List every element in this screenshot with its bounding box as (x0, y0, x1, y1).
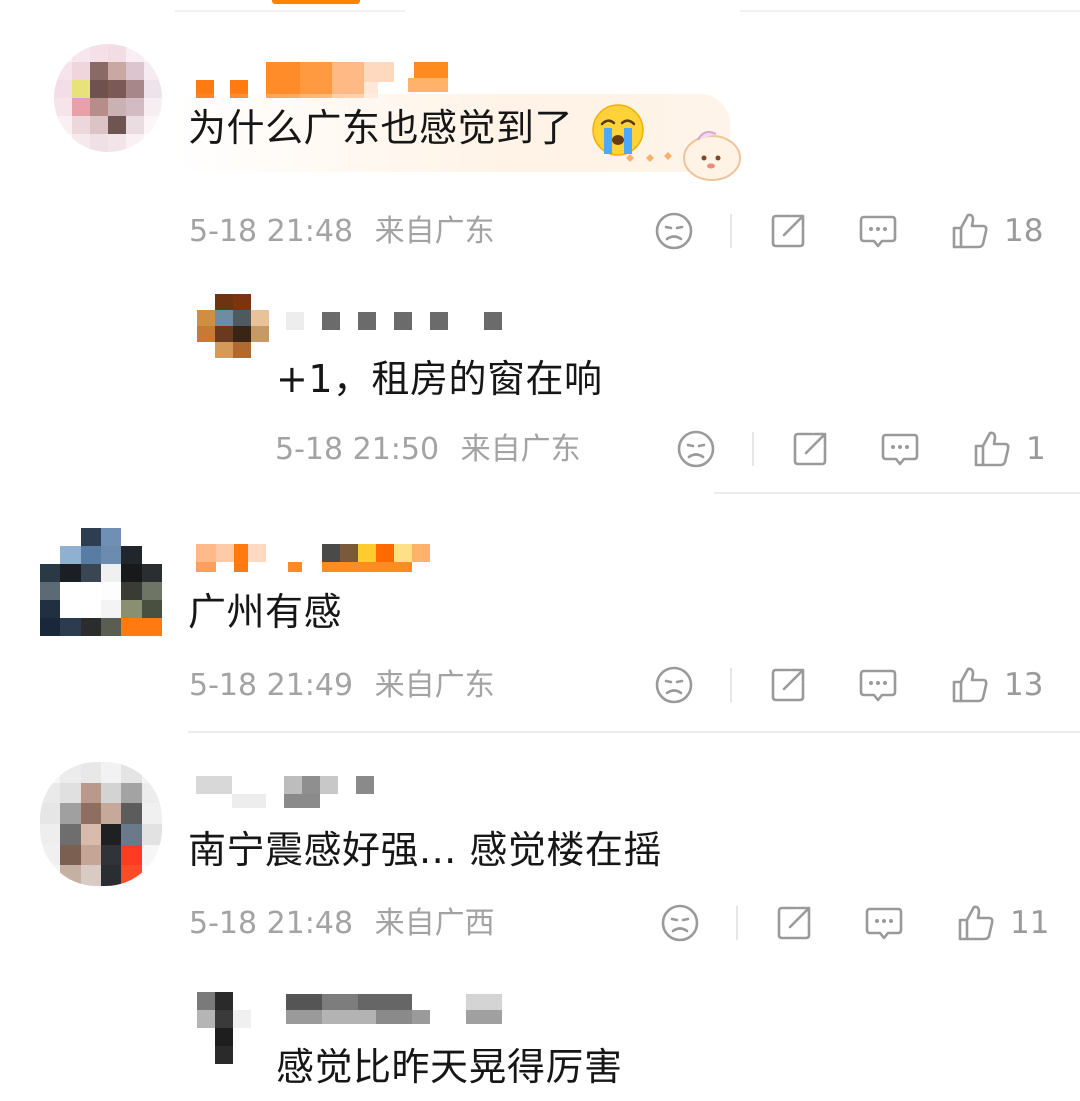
username-masked[interactable] (286, 994, 506, 1024)
comment-location: 来自广东 (374, 214, 495, 249)
comment-actions: 13 (650, 660, 1070, 710)
dislike-button[interactable] (676, 424, 716, 474)
like-count: 13 (1004, 667, 1044, 703)
dislike-button[interactable] (654, 660, 694, 710)
reply-button[interactable] (864, 898, 904, 948)
like-button[interactable]: 1 (972, 424, 1046, 474)
comment-text: 为什么广东也感觉到了 (188, 106, 574, 150)
share-icon (771, 214, 805, 248)
comment-time: 5-18 21:50 (275, 432, 440, 467)
comment-divider (188, 731, 1080, 733)
reply-button[interactable] (858, 206, 898, 256)
comment-bubble-icon (865, 907, 903, 940)
comment-item: 南宁震感好强... 感觉楼在摇 5-18 21:48 来自广西 11 (0, 740, 1080, 970)
share-icon (777, 906, 811, 940)
avatar[interactable] (54, 44, 162, 152)
comment-actions: 1 (672, 424, 1072, 474)
thumbs-up-icon (958, 905, 994, 941)
share-button[interactable] (790, 424, 830, 474)
like-button[interactable]: 18 (950, 206, 1043, 256)
like-button[interactable]: 11 (956, 898, 1049, 948)
action-separator (730, 668, 732, 702)
bunny-sticker-decoration (626, 131, 741, 181)
share-button[interactable] (768, 660, 808, 710)
comment-text: +1，租房的窗在响 (276, 357, 603, 401)
action-separator (736, 906, 738, 940)
thumbs-up-icon (952, 667, 988, 703)
thumbs-up-icon (974, 431, 1010, 467)
action-separator (730, 214, 732, 248)
share-icon (793, 432, 827, 466)
comment-text: 广州有感 (188, 590, 343, 634)
comment-meta: 5-18 21:48 来自广西 (189, 904, 495, 944)
avatar[interactable] (197, 294, 269, 358)
username-masked[interactable] (196, 544, 436, 574)
dislike-button[interactable] (660, 898, 700, 948)
dislike-button[interactable] (654, 206, 694, 256)
reply-button[interactable] (858, 660, 898, 710)
thumbs-up-icon (952, 213, 988, 249)
comment-meta: 5-18 21:49 来自广东 (189, 666, 495, 706)
comment-location: 来自广东 (460, 432, 581, 467)
comment-bubble-icon (859, 215, 897, 248)
sad-face-icon (661, 904, 699, 942)
avatar[interactable] (40, 528, 162, 636)
comment-meta: 5-18 21:48 来自广东 (189, 212, 495, 252)
avatar[interactable] (40, 762, 162, 886)
comment-actions: 11 (656, 898, 1076, 948)
sad-face-icon (655, 666, 693, 704)
comment-meta: 5-18 21:50 来自广东 (275, 430, 581, 470)
comment-location: 来自广西 (374, 906, 495, 941)
share-icon (771, 668, 805, 702)
comment-time: 5-18 21:48 (189, 214, 354, 249)
action-separator (752, 432, 754, 466)
reply-divider (714, 492, 1080, 494)
comment-time: 5-18 21:49 (189, 668, 354, 703)
like-count: 11 (1010, 905, 1050, 941)
avatar[interactable] (197, 992, 269, 1064)
share-button[interactable] (768, 206, 808, 256)
comment-item: 广州有感 5-18 21:49 来自广东 13 (0, 510, 1080, 740)
sad-face-icon (655, 212, 693, 250)
username-masked[interactable] (196, 62, 456, 98)
comment-location: 来自广东 (374, 668, 495, 703)
username-masked[interactable] (196, 776, 396, 808)
comment-actions: 18 (650, 206, 1070, 256)
reply-item: 感觉比昨天晃得厉害 (0, 970, 1080, 1101)
comment-item: 为什么广东也感觉到了 5-18 21:48 来自广东 18 (0, 0, 1080, 270)
like-count: 18 (1004, 213, 1044, 249)
sad-face-icon (677, 430, 715, 468)
share-button[interactable] (774, 898, 814, 948)
username-masked[interactable] (286, 312, 506, 342)
comment-text: 感觉比昨天晃得厉害 (276, 1045, 623, 1089)
reply-button[interactable] (880, 424, 920, 474)
comment-time: 5-18 21:48 (189, 906, 354, 941)
like-count: 1 (1026, 431, 1046, 467)
comment-text: 南宁震感好强... 感觉楼在摇 (188, 828, 662, 872)
like-button[interactable]: 13 (950, 660, 1043, 710)
reply-item: +1，租房的窗在响 5-18 21:50 来自广东 1 (0, 270, 1080, 495)
comment-bubble-icon (859, 669, 897, 702)
comment-bubble-icon (881, 433, 919, 466)
